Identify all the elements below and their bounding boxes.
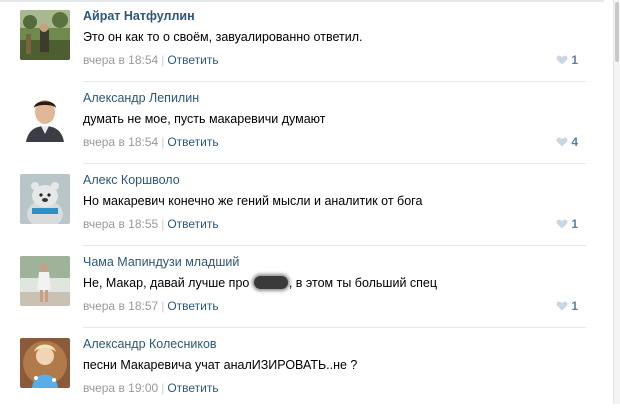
comment-time[interactable]: вчера в 18:55 (83, 217, 158, 231)
comment-meta: вчера в 18:55 | Ответить (83, 217, 219, 231)
comment-meta: вчера в 18:54 | Ответить (83, 135, 219, 149)
separator: | (161, 53, 165, 67)
comment-time[interactable]: вчера в 18:54 (83, 135, 158, 149)
comment-meta: вчера в 18:57 | Ответить (83, 299, 219, 313)
reply-button[interactable]: Ответить (167, 299, 218, 313)
like-count: 1 (571, 53, 578, 67)
like-button[interactable]: 1 (556, 217, 578, 231)
separator: | (161, 381, 165, 395)
reply-button[interactable]: Ответить (167, 135, 218, 149)
comment-author[interactable]: Чама Мапиндузи младший (83, 255, 239, 269)
reply-button[interactable]: Ответить (167, 53, 218, 67)
comment-time[interactable]: вчера в 18:54 (83, 53, 158, 67)
comment-meta: вчера в 19:00 | Ответить (83, 381, 219, 395)
scrollbar-thumb[interactable] (615, 2, 619, 62)
avatar[interactable] (20, 256, 70, 306)
like-button[interactable]: 1 (556, 299, 578, 313)
comment-item: Александр Лепилин думать не мое, пусть м… (0, 82, 604, 164)
avatar[interactable] (20, 92, 70, 142)
reply-button[interactable]: Ответить (167, 381, 218, 395)
like-count: 1 (571, 299, 578, 313)
comment-item: Чама Мапиндузи младший Не, Макар, давай … (0, 246, 604, 328)
separator: | (161, 299, 165, 313)
heart-icon (556, 55, 568, 65)
comment-time[interactable]: вчера в 19:00 (83, 381, 158, 395)
separator: | (161, 217, 165, 231)
comment-text: думать не мое, пусть макаревичи думают (83, 112, 326, 126)
avatar[interactable] (20, 10, 70, 60)
like-button[interactable]: 4 (556, 135, 578, 149)
comment-text: Не, Макар, давай лучше про , в этом ты б… (83, 276, 437, 290)
scrollbar[interactable] (613, 0, 620, 404)
comments-list: Айрат Натфуллин Это он как то о своём, з… (0, 0, 604, 408)
comment-item: Александр Колесников песни Макаревича уч… (0, 328, 604, 408)
comment-text-after: , в этом ты больший спец (288, 276, 438, 290)
comment-text: Это он как то о своём, завуалированно от… (83, 30, 363, 44)
comment-text-before: Не, Макар, давай лучше про (83, 276, 250, 290)
comment-text: Но макаревич конечно же гений мысли и ан… (83, 194, 423, 208)
like-count: 4 (571, 135, 578, 149)
censored-blur (253, 276, 288, 289)
reply-button[interactable]: Ответить (167, 217, 218, 231)
heart-icon (556, 301, 568, 311)
comment-item: Айрат Натфуллин Это он как то о своём, з… (0, 0, 604, 82)
avatar[interactable] (20, 174, 70, 224)
comment-author[interactable]: Айрат Натфуллин (83, 9, 195, 23)
separator: | (161, 135, 165, 149)
comment-author[interactable]: Алекс Коршволо (83, 173, 180, 187)
comment-meta: вчера в 18:54 | Ответить (83, 53, 219, 67)
comment-author[interactable]: Александр Колесников (83, 337, 217, 351)
avatar[interactable] (20, 338, 70, 388)
comment-item: Алекс Коршволо Но макаревич конечно же г… (0, 164, 604, 246)
like-count: 1 (571, 217, 578, 231)
comment-text: песни Макаревича учат аналИЗИРОВАТЬ..не … (83, 358, 358, 372)
heart-icon (556, 137, 568, 147)
comment-time[interactable]: вчера в 18:57 (83, 299, 158, 313)
comment-author[interactable]: Александр Лепилин (83, 91, 199, 105)
like-button[interactable]: 1 (556, 53, 578, 67)
heart-icon (556, 219, 568, 229)
